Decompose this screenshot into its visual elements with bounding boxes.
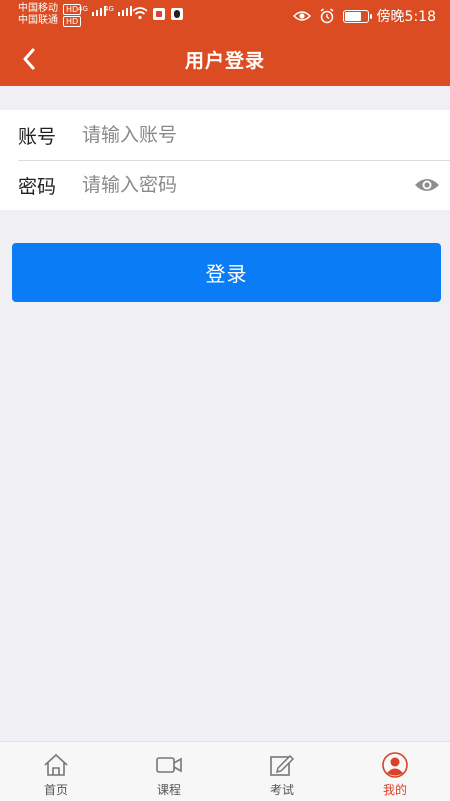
user-icon	[382, 752, 408, 778]
notification-icon	[153, 8, 165, 20]
signal-icon: 4G	[78, 6, 106, 16]
account-row: 账号	[0, 110, 450, 160]
status-right: 傍晚5:18	[292, 6, 436, 26]
top-bar: 中国移动 HD 中国联通 HD 4G 4G 傍晚5:18 用户登录	[0, 0, 450, 86]
password-input[interactable]	[82, 165, 412, 205]
password-visibility-toggle[interactable]	[412, 170, 442, 200]
signal-icon-2: 4G	[104, 6, 132, 16]
video-camera-icon	[156, 757, 182, 773]
status-bar: 中国移动 HD 中国联通 HD 4G 4G 傍晚5:18	[0, 0, 450, 32]
login-form: 账号 密码	[0, 110, 450, 210]
wifi-icon	[132, 7, 148, 20]
tab-home[interactable]: 首页	[0, 742, 112, 801]
home-icon	[44, 753, 68, 776]
network-type-2: 4G	[104, 5, 114, 13]
carrier-2: 中国联通	[18, 15, 58, 26]
battery-icon	[342, 9, 372, 23]
tab-label: 课程	[156, 783, 181, 797]
page-title: 用户登录	[184, 49, 265, 72]
alarm-icon	[320, 8, 334, 24]
login-button[interactable]: 登录	[12, 243, 441, 302]
eye-status-icon	[292, 11, 311, 21]
tab-label: 首页	[43, 783, 68, 797]
tab-mine[interactable]: 我的	[339, 742, 450, 801]
qq-icon	[171, 8, 183, 20]
tab-label: 考试	[269, 783, 294, 797]
tab-exams[interactable]: 考试	[226, 742, 338, 801]
account-label: 账号	[18, 125, 57, 148]
tab-label: 我的	[382, 783, 407, 797]
app-bar: 用户登录	[0, 32, 450, 86]
password-label: 密码	[18, 175, 57, 198]
account-input[interactable]	[82, 115, 450, 155]
eye-icon	[415, 179, 439, 191]
tab-courses[interactable]: 课程	[113, 742, 225, 801]
status-time: 傍晚5:18	[376, 9, 436, 25]
carrier-1: 中国移动	[18, 3, 58, 14]
hd-badge-2: HD	[63, 15, 82, 27]
edit-icon	[270, 754, 295, 776]
carrier-info: 中国移动 HD 中国联通 HD	[18, 3, 82, 27]
network-type-1: 4G	[78, 5, 88, 13]
password-row: 密码	[0, 160, 450, 210]
bottom-tab-bar: 首页 课程 考试 我的	[0, 741, 450, 801]
